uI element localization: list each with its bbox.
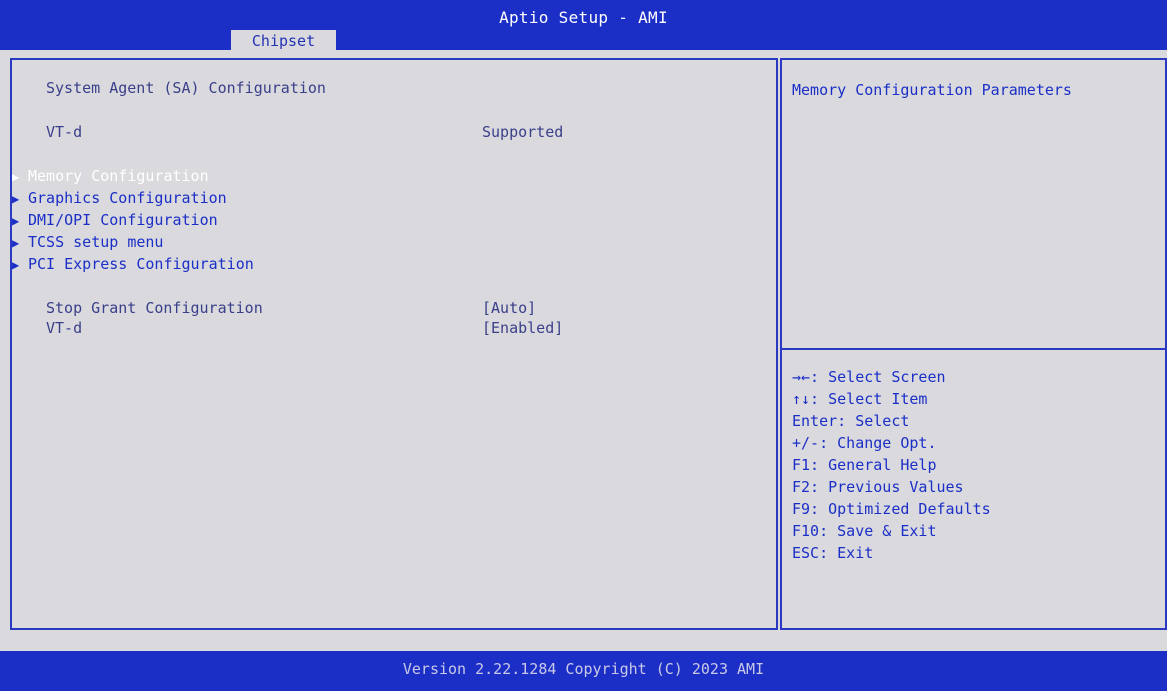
- version-copyright: Version 2.22.1284 Copyright (C) 2023 AMI: [402, 660, 765, 678]
- submenu-memory-configuration[interactable]: ▶ Memory Configuration: [12, 166, 209, 187]
- settings-panel: System Agent (SA) Configuration VT-d Sup…: [10, 58, 778, 630]
- app-title: Aptio Setup - AMI: [499, 8, 668, 27]
- vtd-option-label: VT-d: [46, 319, 83, 337]
- help-description: Memory Configuration Parameters: [792, 81, 1072, 99]
- bios-setup-screen: Aptio Setup - AMI Chipset System Agent (…: [0, 0, 1167, 691]
- section-title: System Agent (SA) Configuration: [46, 79, 326, 97]
- key-legend: →←: Select Screen ↑↓: Select Item Enter:…: [792, 366, 991, 564]
- stop-grant-label: Stop Grant Configuration: [46, 299, 263, 317]
- key-select-item: ↑↓: Select Item: [792, 390, 928, 408]
- submenu-graphics-configuration[interactable]: ▶ Graphics Configuration: [12, 188, 227, 209]
- key-previous-values: F2: Previous Values: [792, 478, 964, 496]
- help-divider: [782, 348, 1165, 350]
- submenu-tcss-setup-menu[interactable]: ▶ TCSS setup menu: [12, 232, 163, 253]
- key-select-screen: →←: Select Screen: [792, 368, 946, 386]
- header-bar: Aptio Setup - AMI Chipset: [0, 0, 1167, 52]
- triangle-right-icon: ▶: [12, 258, 20, 272]
- submenu-pci-express-configuration[interactable]: ▶ PCI Express Configuration: [12, 254, 254, 275]
- vtd-option-value[interactable]: [Enabled]: [482, 318, 563, 338]
- triangle-right-icon: ▶: [12, 192, 20, 206]
- stop-grant-value[interactable]: [Auto]: [482, 298, 536, 318]
- footer-bar: Version 2.22.1284 Copyright (C) 2023 AMI: [0, 651, 1167, 691]
- triangle-right-icon: ▶: [12, 236, 20, 250]
- triangle-right-icon: ▶: [12, 214, 20, 228]
- key-esc-exit: ESC: Exit: [792, 544, 874, 562]
- triangle-right-icon: ▶: [12, 170, 20, 184]
- key-general-help: F1: General Help: [792, 456, 937, 474]
- key-optimized-defaults: F9: Optimized Defaults: [792, 500, 991, 518]
- submenu-dmi-opi-configuration[interactable]: ▶ DMI/OPI Configuration: [12, 210, 218, 231]
- help-panel: Memory Configuration Parameters →←: Sele…: [780, 58, 1167, 630]
- key-save-exit: F10: Save & Exit: [792, 522, 937, 540]
- tab-chipset[interactable]: Chipset: [231, 30, 336, 52]
- vtd-info-label: VT-d: [46, 123, 83, 141]
- key-enter-select: Enter: Select: [792, 412, 910, 430]
- vtd-info-value: Supported: [482, 123, 564, 141]
- key-change-opt: +/-: Change Opt.: [792, 434, 937, 452]
